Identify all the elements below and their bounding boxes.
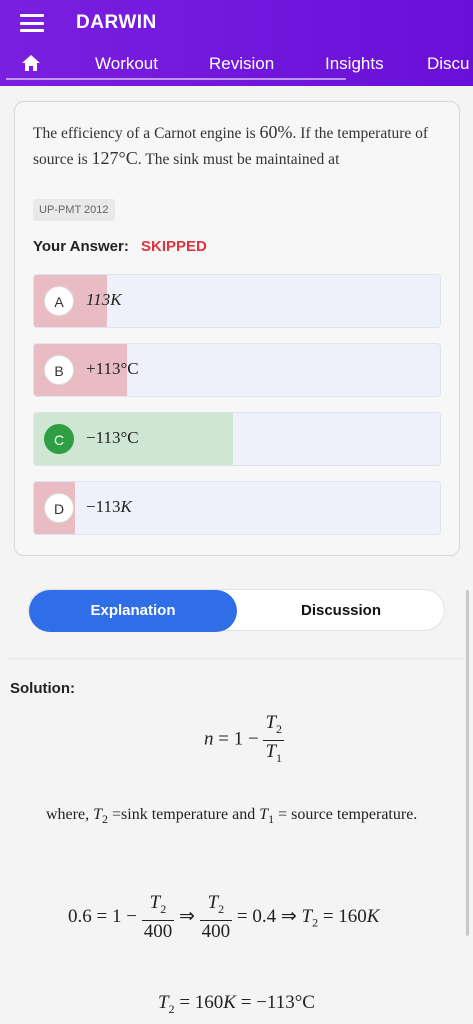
solution-where-text: where, T2 =sink temperature and T1 = sou… [46, 806, 418, 827]
option-b[interactable]: B +113°C [33, 343, 441, 397]
your-answer-label: Your Answer: [33, 238, 129, 255]
explanation-section: Explanation Discussion Solution: n = 1 −… [0, 570, 473, 1024]
tab-discussion-panel[interactable]: Discussion [237, 590, 445, 632]
question-text-part: The efficiency of a Carnot engine is [33, 125, 260, 142]
option-letter-badge: C [44, 424, 74, 454]
option-letter-badge: A [44, 286, 74, 316]
equation-solve: 0.6 = 1 − T2 400 ⇒ T2 400 = 0.4 ⇒ T2 = 160… [68, 892, 380, 942]
option-letter-badge: D [44, 493, 74, 523]
fraction: T2 T1 [263, 712, 285, 765]
tab-workout[interactable]: Workout [95, 54, 158, 74]
option-d[interactable]: D −113K [33, 481, 441, 535]
nav-tabs: Workout Revision Insights Discu [0, 48, 473, 82]
option-letter-badge: B [44, 355, 74, 385]
option-a[interactable]: A 113K [33, 274, 441, 328]
home-icon[interactable] [22, 55, 40, 71]
option-text: −113°C [86, 428, 139, 447]
menu-icon[interactable] [20, 14, 44, 32]
question-text: The efficiency of a Carnot engine is 60%… [33, 120, 443, 172]
question-efficiency: 60% [259, 122, 293, 142]
scrollbar[interactable] [466, 590, 469, 936]
question-text-part: . The sink must be maintained at [137, 151, 340, 168]
question-source-temp: 127°C [91, 148, 138, 168]
option-text: 113K [86, 290, 122, 309]
fraction: T2 400 [141, 892, 175, 942]
divider [8, 658, 465, 659]
tab-insights[interactable]: Insights [325, 54, 384, 74]
fraction: T2 400 [199, 892, 233, 942]
tab-explanation[interactable]: Explanation [29, 590, 237, 632]
option-c[interactable]: C −113°C [33, 412, 441, 466]
equation-result: T2 = 160K = −113°C [158, 992, 315, 1016]
tab-revision[interactable]: Revision [209, 54, 274, 74]
question-card: The efficiency of a Carnot engine is 60%… [14, 101, 460, 556]
tab-discussion[interactable]: Discu [427, 54, 470, 74]
tab-scroll-indicator [6, 78, 346, 80]
your-answer-status: SKIPPED [141, 238, 207, 255]
explanation-toggle: Explanation Discussion [28, 589, 445, 632]
equation-efficiency: n = 1 − T2 T1 [204, 712, 285, 769]
app-bar: DARWIN Workout Revision Insights Discu [0, 0, 473, 86]
app-title: DARWIN [76, 12, 157, 33]
solution-label: Solution: [10, 680, 75, 697]
option-text: −113K [86, 497, 132, 516]
option-text: +113°C [86, 359, 139, 378]
exam-tag: UP-PMT 2012 [33, 199, 115, 221]
